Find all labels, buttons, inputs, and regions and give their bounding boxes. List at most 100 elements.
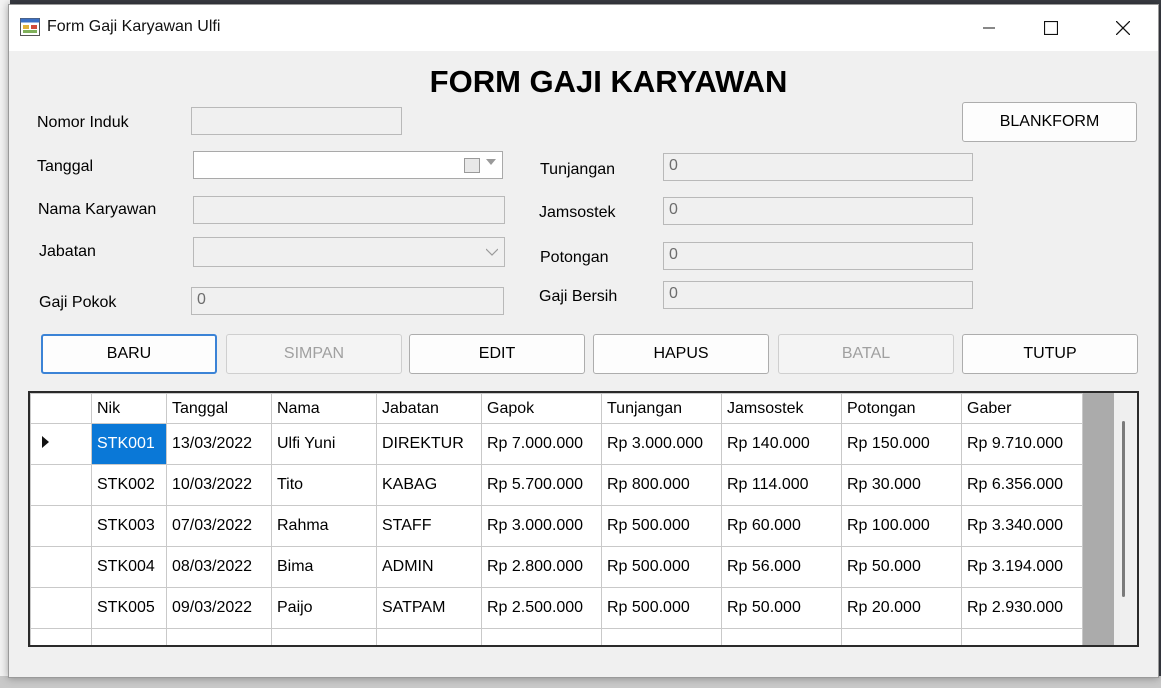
calendar-icon[interactable] xyxy=(464,158,480,173)
table-cell[interactable]: Rp 5.700.000 xyxy=(481,464,602,506)
table-cell[interactable]: STK001 xyxy=(91,423,167,465)
nama-karyawan-field[interactable] xyxy=(193,196,505,224)
row-header[interactable] xyxy=(30,423,92,465)
table-cell[interactable]: STK005 xyxy=(91,587,167,629)
salary-data-grid[interactable]: Nik Tanggal Nama Jabatan Gapok Tunjangan… xyxy=(28,391,1139,647)
table-cell[interactable]: Rp 20.000 xyxy=(841,587,962,629)
maximize-button[interactable] xyxy=(1021,5,1081,51)
table-cell[interactable]: STK004 xyxy=(91,546,167,588)
column-header[interactable]: Nik xyxy=(91,393,167,424)
table-cell[interactable]: Rp 500.000 xyxy=(601,546,722,588)
table-cell[interactable]: Rp 56.000 xyxy=(721,546,842,588)
table-cell[interactable]: Rp 50.000 xyxy=(841,546,962,588)
table-cell[interactable]: Rp 500.000 xyxy=(601,587,722,629)
table-cell[interactable] xyxy=(721,628,842,645)
table-cell[interactable]: 09/03/2022 xyxy=(166,587,272,629)
table-cell[interactable]: Rp 140.000 xyxy=(721,423,842,465)
table-cell[interactable]: 08/03/2022 xyxy=(166,546,272,588)
table-row[interactable]: STK002 10/03/2022 Tito KABAG Rp 5.700.00… xyxy=(30,464,1083,506)
table-cell[interactable]: Rp 150.000 xyxy=(841,423,962,465)
column-header[interactable]: Tunjangan xyxy=(601,393,722,424)
column-header[interactable]: Tanggal xyxy=(166,393,272,424)
table-row-partial[interactable] xyxy=(30,628,1083,645)
row-header[interactable] xyxy=(30,587,92,629)
table-cell[interactable]: Rp 3.340.000 xyxy=(961,505,1083,547)
table-cell[interactable]: Rp 114.000 xyxy=(721,464,842,506)
table-cell[interactable]: Rp 7.000.000 xyxy=(481,423,602,465)
table-cell[interactable]: SATPAM xyxy=(376,587,482,629)
chevron-down-icon[interactable] xyxy=(486,159,496,165)
row-header[interactable] xyxy=(30,505,92,547)
table-cell[interactable]: Ulfi Yuni xyxy=(271,423,377,465)
table-row[interactable]: STK004 08/03/2022 Bima ADMIN Rp 2.800.00… xyxy=(30,546,1083,588)
minimize-button[interactable] xyxy=(959,5,1019,51)
jabatan-combobox[interactable] xyxy=(193,237,505,267)
table-cell[interactable]: Rp 3.194.000 xyxy=(961,546,1083,588)
column-header[interactable]: Potongan xyxy=(841,393,962,424)
table-cell[interactable]: Paijo xyxy=(271,587,377,629)
hapus-button[interactable]: HAPUS xyxy=(593,334,769,374)
simpan-button[interactable]: SIMPAN xyxy=(226,334,402,374)
table-cell[interactable] xyxy=(841,628,962,645)
baru-button[interactable]: BARU xyxy=(41,334,217,374)
jamsostek-field[interactable]: 0 xyxy=(663,197,973,225)
table-cell[interactable] xyxy=(481,628,602,645)
table-cell[interactable]: Tito xyxy=(271,464,377,506)
row-header[interactable] xyxy=(30,464,92,506)
table-cell[interactable]: 10/03/2022 xyxy=(166,464,272,506)
tutup-button[interactable]: TUTUP xyxy=(962,334,1138,374)
table-cell[interactable]: Rp 30.000 xyxy=(841,464,962,506)
table-cell[interactable]: Rahma xyxy=(271,505,377,547)
table-cell[interactable]: Rp 800.000 xyxy=(601,464,722,506)
nomor-induk-field[interactable] xyxy=(191,107,402,135)
table-cell[interactable]: Rp 2.800.000 xyxy=(481,546,602,588)
table-cell[interactable]: Rp 9.710.000 xyxy=(961,423,1083,465)
vertical-scrollbar[interactable] xyxy=(1114,393,1137,645)
tunjangan-field[interactable]: 0 xyxy=(663,153,973,181)
edit-button[interactable]: EDIT xyxy=(409,334,585,374)
table-cell[interactable] xyxy=(271,628,377,645)
table-cell[interactable]: Rp 500.000 xyxy=(601,505,722,547)
table-cell[interactable]: 07/03/2022 xyxy=(166,505,272,547)
table-cell[interactable] xyxy=(91,628,167,645)
close-button[interactable] xyxy=(1093,5,1153,51)
scrollbar-thumb[interactable] xyxy=(1122,421,1125,597)
table-cell[interactable]: DIREKTUR xyxy=(376,423,482,465)
table-cell[interactable]: 13/03/2022 xyxy=(166,423,272,465)
table-cell[interactable] xyxy=(961,628,1083,645)
table-cell[interactable]: Rp 6.356.000 xyxy=(961,464,1083,506)
table-cell[interactable] xyxy=(166,628,272,645)
row-header[interactable] xyxy=(30,546,92,588)
table-cell[interactable]: ADMIN xyxy=(376,546,482,588)
table-cell[interactable]: Rp 50.000 xyxy=(721,587,842,629)
table-cell[interactable] xyxy=(601,628,722,645)
table-cell[interactable]: Rp 2.930.000 xyxy=(961,587,1083,629)
blankform-button[interactable]: BLANKFORM xyxy=(962,102,1137,142)
table-cell[interactable]: Bima xyxy=(271,546,377,588)
gaji-pokok-field[interactable]: 0 xyxy=(191,287,504,315)
table-row[interactable]: STK001 13/03/2022 Ulfi Yuni DIREKTUR Rp … xyxy=(30,423,1083,465)
table-cell[interactable]: KABAG xyxy=(376,464,482,506)
column-header[interactable]: Jabatan xyxy=(376,393,482,424)
table-cell[interactable]: Rp 2.500.000 xyxy=(481,587,602,629)
column-header[interactable]: Gapok xyxy=(481,393,602,424)
row-header[interactable] xyxy=(30,628,92,645)
table-cell[interactable]: STK003 xyxy=(91,505,167,547)
column-header[interactable]: Nama xyxy=(271,393,377,424)
table-row[interactable]: STK003 07/03/2022 Rahma STAFF Rp 3.000.0… xyxy=(30,505,1083,547)
batal-button[interactable]: BATAL xyxy=(778,334,954,374)
column-header[interactable]: Jamsostek xyxy=(721,393,842,424)
column-header[interactable]: Gaber xyxy=(961,393,1083,424)
table-row[interactable]: STK005 09/03/2022 Paijo SATPAM Rp 2.500.… xyxy=(30,587,1083,629)
table-cell[interactable]: Rp 100.000 xyxy=(841,505,962,547)
gaji-bersih-field[interactable]: 0 xyxy=(663,281,973,309)
tanggal-datepicker[interactable] xyxy=(193,151,503,179)
table-cell[interactable]: Rp 60.000 xyxy=(721,505,842,547)
table-cell[interactable] xyxy=(376,628,482,645)
table-cell[interactable]: STAFF xyxy=(376,505,482,547)
table-cell[interactable]: STK002 xyxy=(91,464,167,506)
table-cell[interactable]: Rp 3.000.000 xyxy=(601,423,722,465)
table-cell[interactable]: Rp 3.000.000 xyxy=(481,505,602,547)
title-bar[interactable]: Form Gaji Karyawan Ulfi xyxy=(9,5,1158,51)
potongan-field[interactable]: 0 xyxy=(663,242,973,270)
